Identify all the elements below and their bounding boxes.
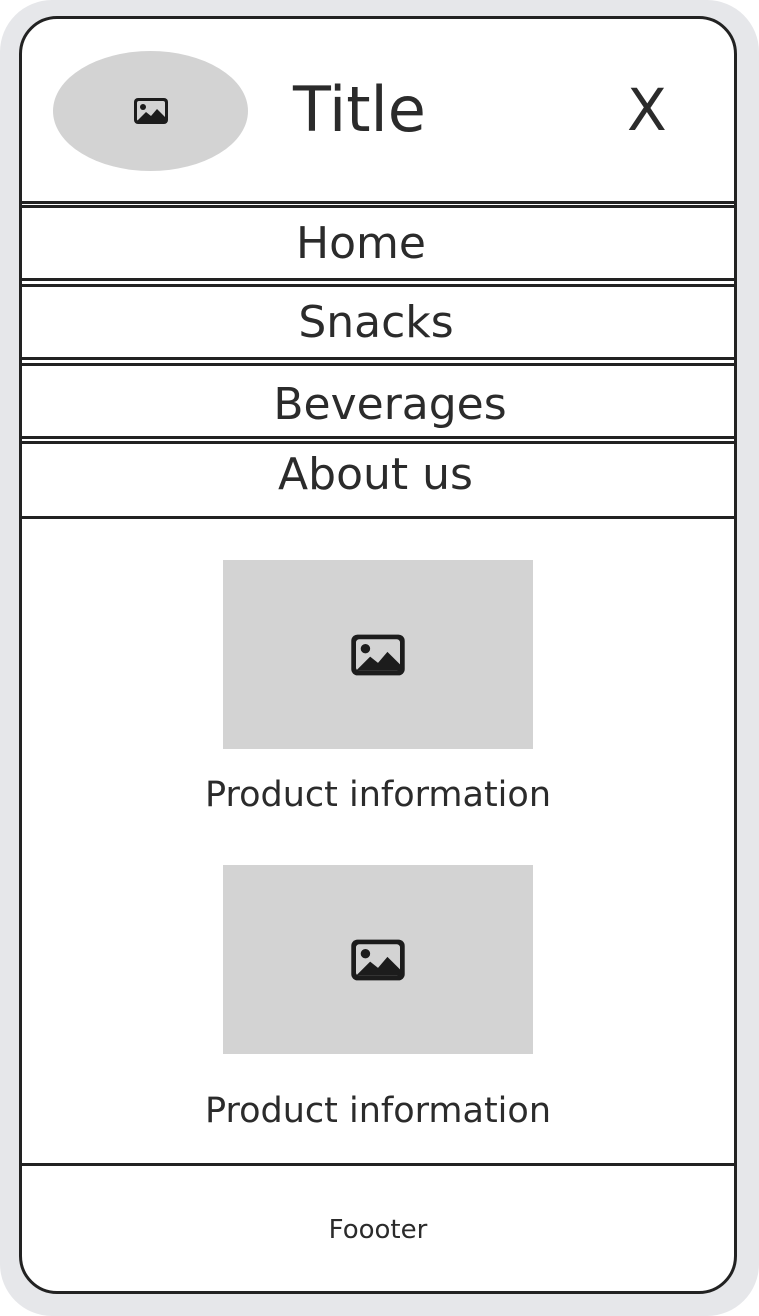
page-title: Title: [293, 73, 426, 146]
nav-item-label: About us: [278, 448, 473, 500]
product-image[interactable]: [223, 865, 533, 1054]
nav-item-label: Snacks: [298, 296, 454, 348]
product-info: Product information: [204, 775, 552, 815]
header: Title X: [19, 16, 737, 204]
nav-item-about-us[interactable]: About us: [19, 441, 737, 519]
nav-item-label: Beverages: [273, 378, 507, 430]
nav-item-label: Home: [296, 217, 426, 269]
product-info: Product information: [204, 1091, 552, 1131]
image-icon: [351, 634, 405, 675]
image-icon: [133, 98, 168, 124]
nav-item-snacks[interactable]: Snacks: [19, 284, 737, 360]
image-icon: [351, 939, 405, 980]
product-image[interactable]: [223, 560, 533, 749]
footer-text: Foooter: [328, 1215, 428, 1245]
nav-item-beverages[interactable]: Beverages: [19, 363, 737, 439]
logo-placeholder[interactable]: [53, 51, 248, 171]
close-button[interactable]: X: [627, 74, 667, 146]
app-screen: Title X Home Snacks Beverages About us P…: [19, 16, 737, 1294]
nav-item-home[interactable]: Home: [19, 205, 737, 281]
footer: Foooter: [19, 1163, 737, 1294]
